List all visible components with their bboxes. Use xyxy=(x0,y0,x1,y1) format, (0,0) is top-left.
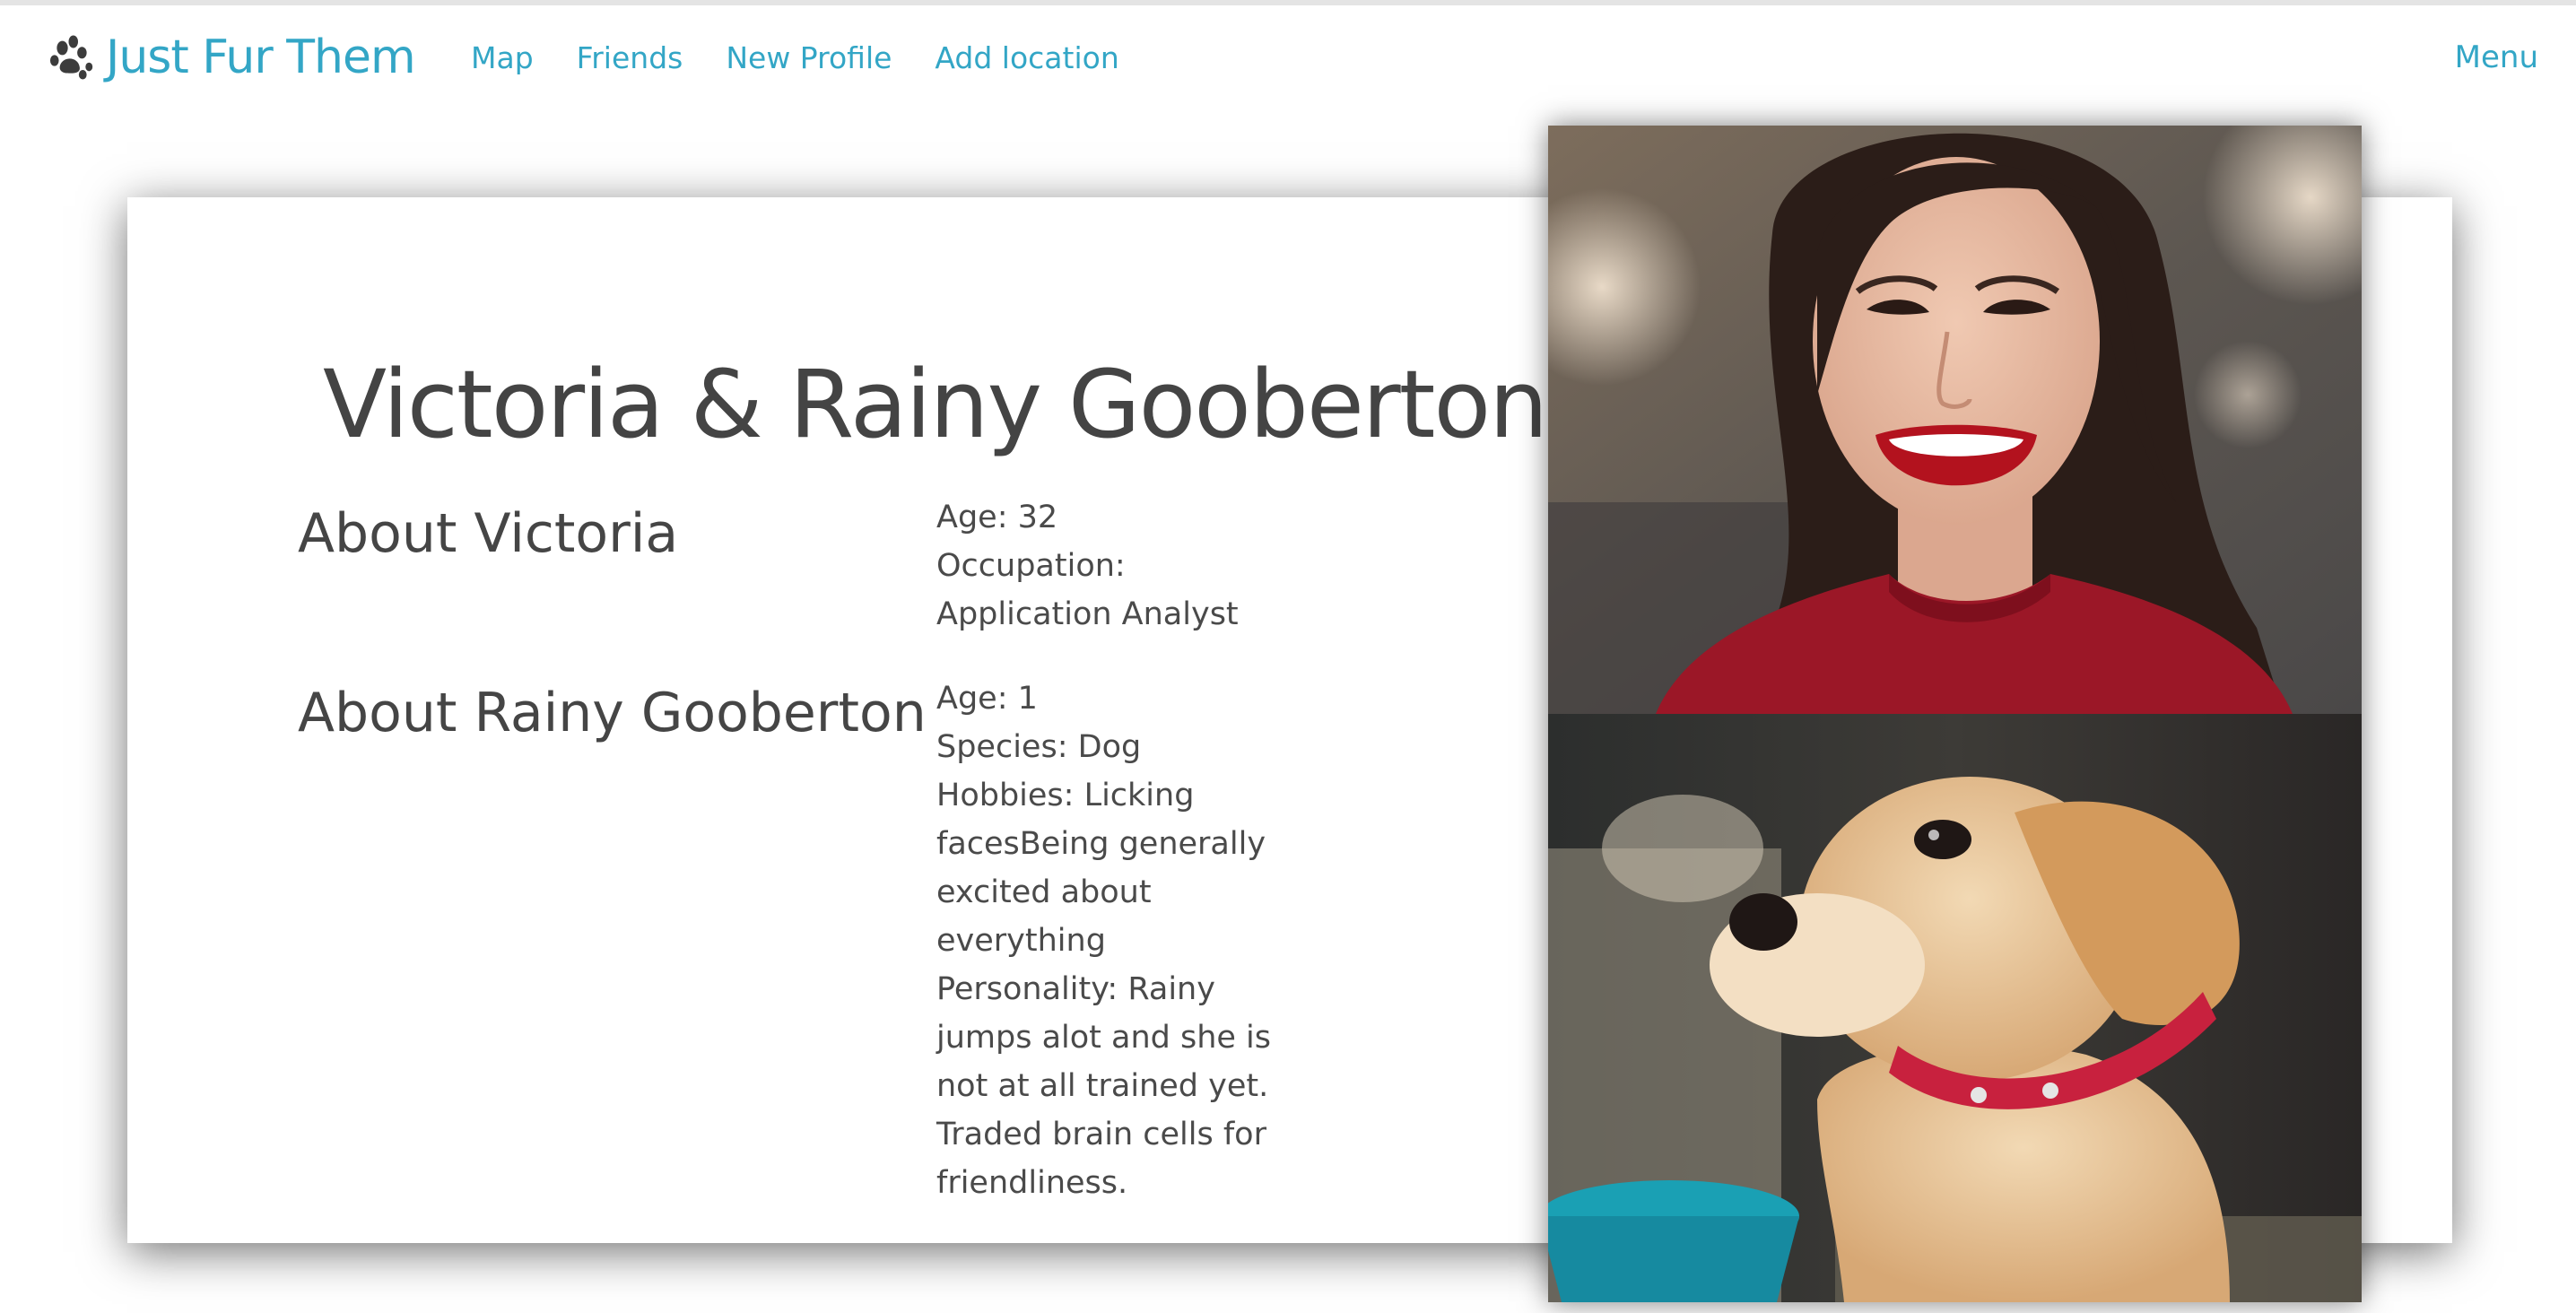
nav-links: Map Friends New Profile Add location xyxy=(471,32,1119,83)
human-details: Age: 32 Occupation: Application Analyst xyxy=(936,493,1286,639)
brand-name: Just Fur Them xyxy=(106,30,416,84)
profile-title: Victoria & Rainy Gooberton xyxy=(323,350,1548,459)
navbar: Just Fur Them Map Friends New Profile Ad… xyxy=(0,5,2576,104)
pet-photo xyxy=(1548,714,2362,1302)
human-occupation: Occupation: Application Analyst xyxy=(936,548,1239,632)
human-photo xyxy=(1548,126,2362,714)
nav-link-friends[interactable]: Friends xyxy=(577,40,683,75)
human-age: Age: 32 xyxy=(936,500,1058,535)
about-human-heading: About Victoria xyxy=(298,502,679,565)
paw-icon xyxy=(49,35,93,80)
nav-link-add-location[interactable]: Add location xyxy=(935,40,1118,75)
pet-details: Age: 1 Species: Dog Hobbies: Licking fac… xyxy=(936,674,1286,1207)
pet-species: Species: Dog xyxy=(936,729,1142,765)
profile-photos xyxy=(1548,126,2362,1302)
menu-button[interactable]: Menu xyxy=(2455,39,2538,75)
nav-link-new-profile[interactable]: New Profile xyxy=(726,40,892,75)
pet-age: Age: 1 xyxy=(936,681,1038,717)
about-pet-heading: About Rainy Gooberton xyxy=(298,682,927,744)
pet-hobbies: Hobbies: Licking facesBeing generally ex… xyxy=(936,778,1266,959)
pet-personality: Personality: Rainy jumps alot and she is… xyxy=(936,971,1272,1201)
nav-link-map[interactable]: Map xyxy=(471,40,534,75)
brand-link[interactable]: Just Fur Them xyxy=(47,22,416,93)
